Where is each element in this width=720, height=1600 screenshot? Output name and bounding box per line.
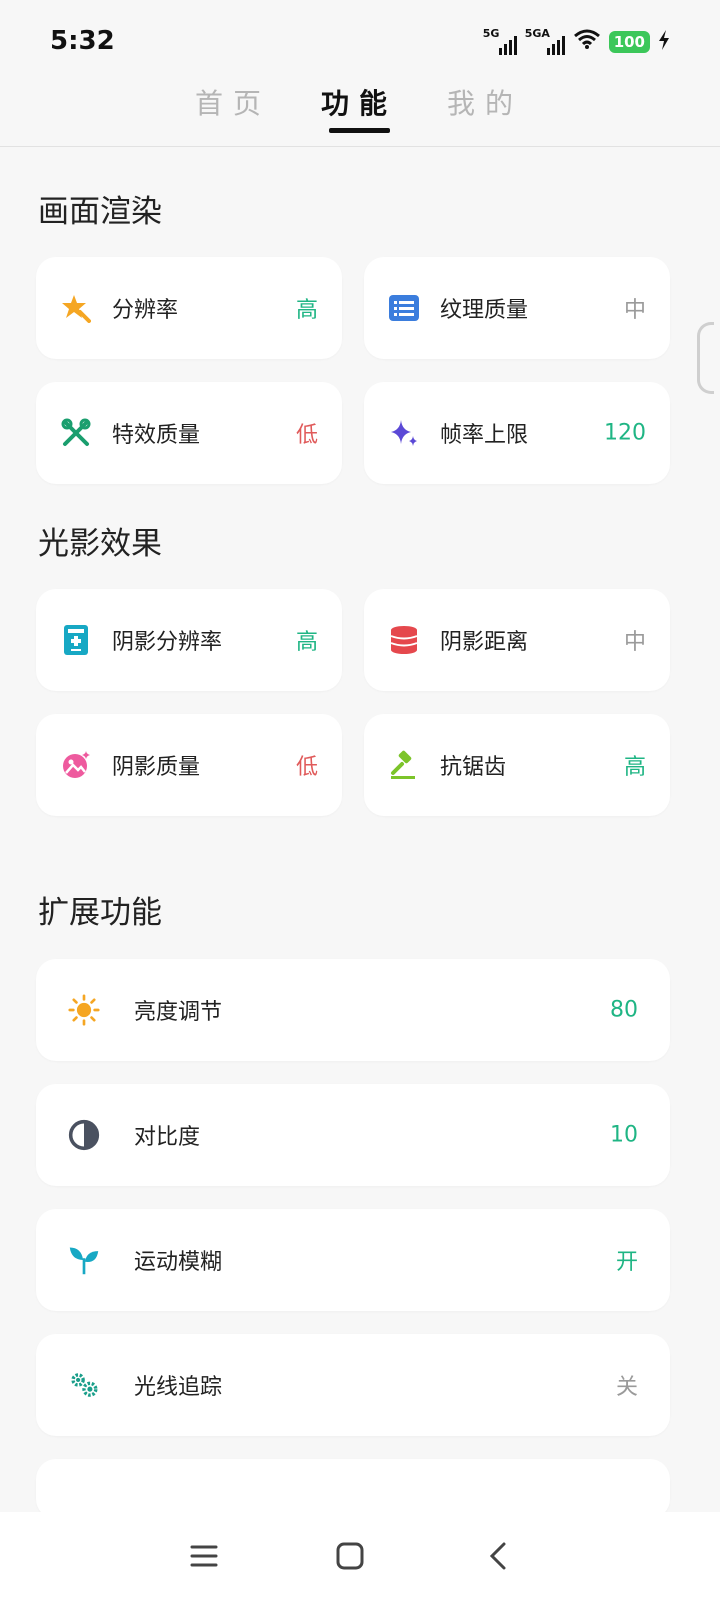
section-title-lighting: 光影效果 <box>38 526 162 562</box>
setting-row-brightness[interactable]: 亮度调节 80 <box>36 959 670 1061</box>
setting-value: 80 <box>610 997 638 1023</box>
wifi-icon <box>573 28 601 56</box>
setting-card-resolution[interactable]: 分辨率 高 <box>36 257 342 359</box>
setting-label: 运动模糊 <box>134 1250 223 1275</box>
database-icon <box>388 624 420 656</box>
sim1-label: 5G <box>482 27 500 40</box>
active-tab-indicator <box>329 128 390 133</box>
charging-bolt-icon <box>658 29 670 55</box>
setting-label: 阴影质量 <box>112 755 201 780</box>
setting-value: 高 <box>623 755 646 780</box>
setting-value: 关 <box>615 1375 638 1400</box>
setting-label: 帧率上限 <box>440 423 529 448</box>
contrast-icon <box>68 1119 100 1151</box>
setting-row-contrast[interactable]: 对比度 10 <box>36 1084 670 1186</box>
tab-home[interactable]: 首页 <box>195 82 271 122</box>
back-icon[interactable] <box>478 1536 518 1576</box>
setting-value: 中 <box>623 298 646 323</box>
calculator-icon <box>60 624 92 656</box>
magic-star-icon <box>60 292 92 324</box>
setting-value: 中 <box>623 630 646 655</box>
section-title-extended: 扩展功能 <box>38 895 162 931</box>
gavel-icon <box>388 749 420 781</box>
sparkle-icon <box>388 417 420 449</box>
setting-row-motion-blur[interactable]: 运动模糊 开 <box>36 1209 670 1311</box>
setting-label: 阴影距离 <box>440 630 529 655</box>
setting-label: 对比度 <box>134 1125 201 1150</box>
gears-icon <box>68 1369 100 1401</box>
setting-value: 低 <box>295 423 318 448</box>
tools-icon <box>60 417 92 449</box>
setting-value: 高 <box>295 630 318 655</box>
setting-card-shadow-distance[interactable]: 阴影距离 中 <box>364 589 670 691</box>
setting-value: 10 <box>610 1122 638 1148</box>
setting-card-shadow-quality[interactable]: 阴影质量 低 <box>36 714 342 816</box>
setting-card-shadow-resolution[interactable]: 阴影分辨率 高 <box>36 589 342 691</box>
setting-label: 分辨率 <box>112 298 179 323</box>
system-nav-bar <box>0 1512 720 1600</box>
setting-value: 120 <box>604 420 646 446</box>
side-drawer-handle[interactable] <box>697 322 714 394</box>
top-tabs: 首页 功能 我的 <box>0 78 720 147</box>
setting-card-effects-quality[interactable]: 特效质量 低 <box>36 382 342 484</box>
list-icon <box>388 292 420 324</box>
setting-label: 纹理质量 <box>440 298 529 323</box>
image-sparkle-icon <box>60 749 92 781</box>
setting-card-antialiasing[interactable]: 抗锯齿 高 <box>364 714 670 816</box>
setting-value: 高 <box>295 298 318 323</box>
status-icons: 5G 5GA 100 <box>482 27 670 56</box>
setting-label: 特效质量 <box>112 423 201 448</box>
setting-label: 阴影分辨率 <box>112 630 223 655</box>
section-title-render: 画面渲染 <box>38 194 162 230</box>
sun-icon <box>68 994 100 1026</box>
setting-label: 亮度调节 <box>134 1000 223 1025</box>
setting-row-partial[interactable] <box>36 1459 670 1519</box>
home-icon[interactable] <box>330 1536 370 1576</box>
battery-icon: 100 <box>608 31 650 53</box>
setting-card-fps-limit[interactable]: 帧率上限 120 <box>364 382 670 484</box>
signal-5g-icon: 5G <box>482 27 517 55</box>
setting-label: 光线追踪 <box>134 1375 223 1400</box>
setting-value: 开 <box>615 1250 638 1275</box>
setting-value: 低 <box>295 755 318 780</box>
sprout-icon <box>68 1244 100 1276</box>
setting-label: 抗锯齿 <box>440 755 507 780</box>
signal-5ga-icon: 5GA <box>525 27 565 55</box>
status-bar: 5:32 5G 5GA 100 <box>0 0 720 78</box>
tab-functions[interactable]: 功能 <box>321 82 397 122</box>
menu-icon[interactable] <box>184 1536 224 1576</box>
status-time: 5:32 <box>50 26 115 56</box>
setting-row-ray-tracing[interactable]: 光线追踪 关 <box>36 1334 670 1436</box>
tab-mine[interactable]: 我的 <box>447 82 523 122</box>
setting-card-texture-quality[interactable]: 纹理质量 中 <box>364 257 670 359</box>
